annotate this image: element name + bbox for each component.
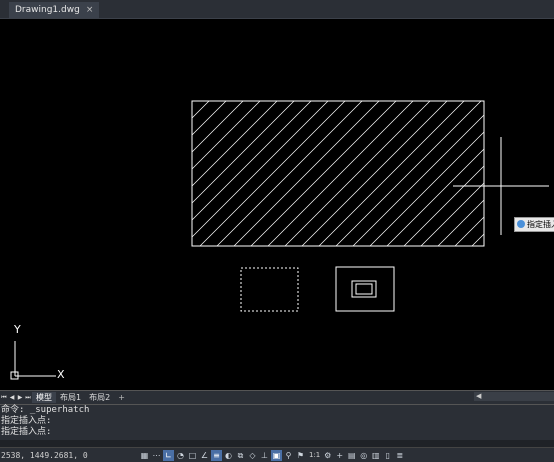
ortho-icon[interactable]: ∟ bbox=[163, 449, 174, 461]
inner-rectangle[interactable] bbox=[355, 283, 373, 295]
drawing-canvas[interactable]: Y X 指定插入 bbox=[0, 19, 554, 390]
ucs-x-label: X bbox=[57, 368, 65, 381]
annotation-scale-icon[interactable]: ⚑ bbox=[295, 450, 306, 461]
ucs-dynamic-icon[interactable]: ⊥ bbox=[259, 450, 270, 461]
first-layout-icon[interactable]: ⏮ bbox=[0, 394, 8, 402]
isolate-icon[interactable]: ◎ bbox=[358, 450, 369, 461]
transparency-icon[interactable]: ◐ bbox=[223, 450, 234, 461]
workspace-icon[interactable]: ⚲ bbox=[283, 450, 294, 461]
file-tab-label: Drawing1.dwg bbox=[15, 5, 80, 15]
customize-icon[interactable]: ≣ bbox=[394, 450, 405, 461]
hatch-line bbox=[192, 101, 193, 102]
prev-layout-icon[interactable]: ◀ bbox=[8, 394, 16, 401]
command-history-line: 命令: _superhatch bbox=[1, 405, 90, 415]
scroll-left-icon[interactable]: ◀ bbox=[476, 392, 481, 401]
3dosnap-icon[interactable]: ◇ bbox=[247, 450, 258, 461]
ucs-icon bbox=[10, 341, 56, 380]
hatch-pattern[interactable] bbox=[47, 101, 554, 246]
command-history-line: 指定插入点: bbox=[1, 416, 52, 426]
annotation-scale[interactable]: 1:1 bbox=[309, 451, 320, 459]
insert-point-tooltip: 指定插入 bbox=[514, 217, 554, 232]
grid-icon[interactable]: ▦ bbox=[139, 450, 150, 461]
file-tab-drawing1[interactable]: Drawing1.dwg × bbox=[9, 2, 100, 18]
otrack-icon[interactable]: ∠ bbox=[199, 450, 210, 461]
command-history-line: 指定插入点: bbox=[1, 427, 52, 437]
tab-model[interactable]: 模型 bbox=[32, 392, 56, 403]
tab-layout1[interactable]: 布局1 bbox=[56, 392, 85, 403]
cleanscreen-icon[interactable]: ▯ bbox=[382, 450, 393, 461]
tooltip-info-icon bbox=[517, 220, 525, 228]
command-window: 命令: _superhatch 指定插入点: 指定插入点: bbox=[0, 404, 554, 448]
osnap-icon[interactable]: □ bbox=[187, 450, 198, 461]
status-bar: 2538, 1449.2681, 0 ▦ ⋯ ∟ ◔ □ ∠ ≡ ◐ ⧉ ◇ ⊥… bbox=[0, 447, 554, 462]
hatch-line bbox=[192, 101, 210, 119]
ucs-y-label: Y bbox=[13, 323, 21, 336]
add-layout-button[interactable]: + bbox=[114, 392, 129, 403]
lineweight-icon[interactable]: ≡ bbox=[211, 449, 222, 461]
plus-icon[interactable]: + bbox=[334, 450, 345, 461]
snap-icon[interactable]: ⋯ bbox=[151, 450, 162, 461]
tooltip-text: 指定插入 bbox=[527, 220, 554, 229]
polar-icon[interactable]: ◔ bbox=[175, 450, 186, 461]
last-layout-icon[interactable]: ⏭ bbox=[24, 394, 32, 402]
tab-layout2[interactable]: 布局2 bbox=[85, 392, 114, 403]
next-layout-icon[interactable]: ▶ bbox=[16, 394, 24, 401]
drawing-svg: Y X bbox=[10, 100, 554, 381]
settings-icon[interactable]: ⚙ bbox=[322, 450, 333, 461]
selected-dashed-rectangle[interactable] bbox=[240, 267, 299, 312]
properties-icon[interactable]: ▥ bbox=[370, 450, 381, 461]
file-tab-bar: Drawing1.dwg × bbox=[0, 0, 554, 19]
hatch-boundary-rectangle[interactable] bbox=[191, 100, 485, 247]
annotation-icon[interactable]: ▣ bbox=[271, 449, 282, 461]
hardware-icon[interactable]: ▤ bbox=[346, 450, 357, 461]
layout-tab-bar: ⏮ ◀ ▶ ⏭ 模型 布局1 布局2 + bbox=[0, 390, 554, 404]
coordinate-readout: 2538, 1449.2681, 0 bbox=[1, 450, 88, 460]
selection-cycle-icon[interactable]: ⧉ bbox=[235, 450, 246, 461]
close-icon[interactable]: × bbox=[86, 2, 94, 18]
outer-rectangle[interactable] bbox=[335, 266, 395, 312]
horizontal-scrollbar[interactable]: ◀ bbox=[474, 392, 554, 401]
